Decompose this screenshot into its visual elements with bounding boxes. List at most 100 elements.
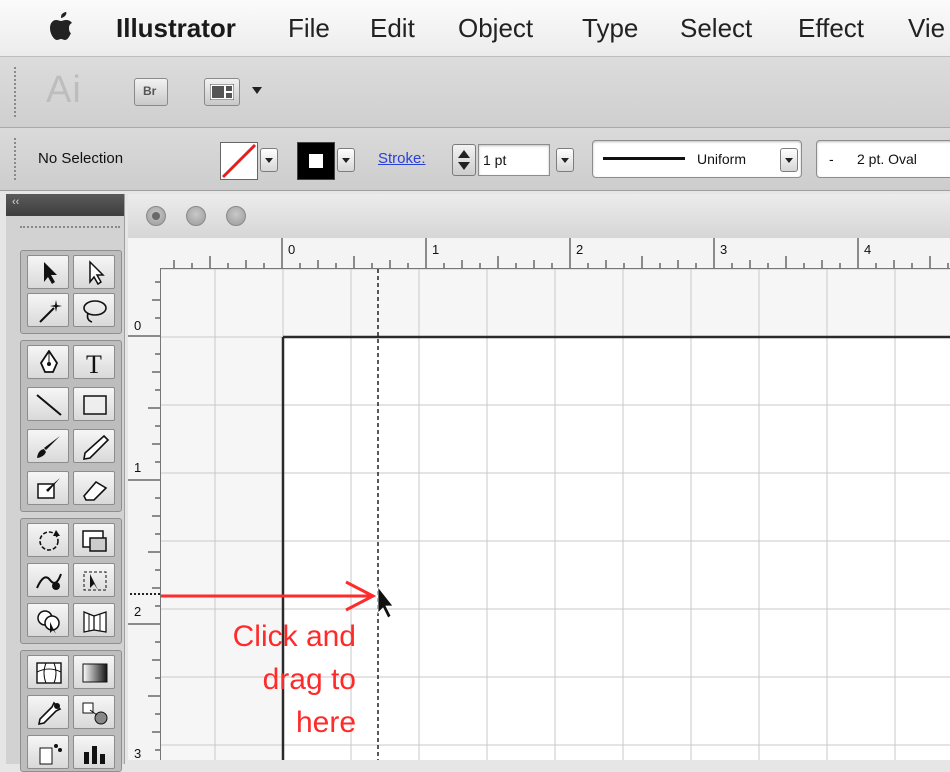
pen-tool[interactable] xyxy=(27,345,69,379)
arrange-documents-icon xyxy=(210,84,234,100)
stroke-swatch[interactable] xyxy=(297,142,335,180)
annotation-line-1: Click and xyxy=(232,620,356,653)
paintbrush-icon xyxy=(37,436,60,458)
application-bar: Ai Br xyxy=(0,57,950,128)
gradient-icon xyxy=(82,663,108,683)
paintbrush-tool[interactable] xyxy=(27,429,69,463)
mesh-tool[interactable] xyxy=(27,655,69,689)
menu-view[interactable]: Vie xyxy=(908,13,945,44)
magic-wand-tool[interactable] xyxy=(27,293,69,327)
symbol-sprayer-icon xyxy=(39,744,62,765)
vertical-ruler[interactable] xyxy=(128,268,161,760)
shape-builder-tool[interactable] xyxy=(27,603,69,637)
h-ruler-label-2: 2 xyxy=(576,242,584,257)
selection-arrow-icon xyxy=(44,262,57,284)
stroke-label[interactable]: Stroke: xyxy=(378,150,426,167)
selection-tool[interactable] xyxy=(27,255,69,289)
pencil-tool[interactable] xyxy=(73,429,115,463)
annotation-line-2: drag to xyxy=(262,663,356,696)
fill-swatch[interactable] xyxy=(220,142,258,180)
drag-start-marker xyxy=(130,593,160,595)
scale-tool[interactable] xyxy=(73,523,115,557)
lasso-tool[interactable] xyxy=(73,293,115,327)
drawing-tools-group: T xyxy=(20,340,122,512)
menu-bar: Illustrator File Edit Object Type Select… xyxy=(0,0,950,57)
stroke-weight-stepper[interactable] xyxy=(452,144,476,176)
close-button[interactable] xyxy=(146,206,166,226)
svg-text:T: T xyxy=(86,350,102,376)
annotation-line-3: here xyxy=(295,706,356,739)
gradient-tool[interactable] xyxy=(73,655,115,689)
scale-icon xyxy=(82,530,107,552)
direct-selection-tool[interactable] xyxy=(73,255,115,289)
direct-selection-arrow-icon xyxy=(89,260,105,286)
stroke-weight-dropdown[interactable] xyxy=(556,148,574,172)
pen-icon xyxy=(39,350,59,373)
minimize-button[interactable] xyxy=(186,206,206,226)
rectangle-icon xyxy=(83,395,107,415)
ruler-origin[interactable] xyxy=(128,238,161,269)
tools-panel: ‹‹ T xyxy=(6,194,125,772)
menu-edit[interactable]: Edit xyxy=(370,13,415,44)
tools-panel-header[interactable]: ‹‹ xyxy=(6,194,124,216)
menu-file[interactable]: File xyxy=(288,13,330,44)
magic-wand-icon xyxy=(39,300,62,323)
horizontal-ruler[interactable] xyxy=(160,238,950,269)
rotate-tool[interactable] xyxy=(27,523,69,557)
zoom-button[interactable] xyxy=(226,206,246,226)
rectangle-tool[interactable] xyxy=(73,387,115,421)
ai-logo: Ai xyxy=(46,69,82,111)
brush-name: 2 pt. Oval xyxy=(857,151,917,167)
lasso-icon xyxy=(83,300,107,323)
v-ruler-label-2: 2 xyxy=(134,604,142,619)
perspective-grid-icon xyxy=(83,611,107,633)
warp-tool[interactable] xyxy=(27,563,69,597)
document-title-bar[interactable] xyxy=(128,194,950,239)
v-ruler-label-1: 1 xyxy=(134,460,142,475)
menu-type[interactable]: Type xyxy=(582,13,638,44)
chevron-down-icon[interactable] xyxy=(252,87,262,95)
brush-select[interactable]: - 2 pt. Oval xyxy=(816,140,950,178)
stroke-weight-field[interactable]: 1 pt xyxy=(478,144,550,176)
paint-tools-group xyxy=(20,650,122,772)
column-graph-tool[interactable] xyxy=(73,735,115,769)
stroke-profile-dropdown[interactable] xyxy=(780,148,798,172)
panel-grip[interactable] xyxy=(14,67,20,117)
eraser-tool[interactable] xyxy=(73,471,115,505)
arrange-documents-button[interactable] xyxy=(204,78,240,106)
menu-effect[interactable]: Effect xyxy=(798,13,864,44)
apple-icon[interactable] xyxy=(48,12,74,42)
stroke-profile-value: Uniform xyxy=(697,151,747,167)
panel-grip[interactable] xyxy=(14,138,20,180)
perspective-grid-tool[interactable] xyxy=(73,603,115,637)
blob-brush-tool[interactable] xyxy=(27,471,69,505)
warp-icon xyxy=(36,573,62,590)
bridge-button[interactable]: Br xyxy=(134,78,168,106)
eyedropper-tool[interactable] xyxy=(27,695,69,729)
selection-tools-group xyxy=(20,250,122,334)
stroke-color-dropdown[interactable] xyxy=(337,148,355,172)
type-tool[interactable]: T xyxy=(73,345,115,379)
h-ruler-label-4: 4 xyxy=(864,242,872,257)
close-dot-icon xyxy=(152,212,160,220)
document-window: 0 1 2 3 4 0 1 2 3 Click and drag to here xyxy=(128,194,950,761)
menu-app-name[interactable]: Illustrator xyxy=(116,13,236,44)
rotate-icon xyxy=(39,530,60,551)
v-ruler-label-3: 3 xyxy=(134,746,142,761)
eyedropper-icon xyxy=(37,701,62,726)
fill-dropdown[interactable] xyxy=(260,148,278,172)
free-transform-icon xyxy=(83,571,107,591)
symbol-sprayer-tool[interactable] xyxy=(27,735,69,769)
free-transform-tool[interactable] xyxy=(73,563,115,597)
stroke-profile-select[interactable]: Uniform xyxy=(592,140,802,178)
blend-tool[interactable] xyxy=(73,695,115,729)
line-segment-tool[interactable] xyxy=(27,387,69,421)
menu-object[interactable]: Object xyxy=(458,13,533,44)
stroke-swatch-inner xyxy=(308,153,324,169)
blob-brush-icon xyxy=(37,478,60,499)
panel-grip[interactable] xyxy=(20,226,120,240)
instruction-annotation: Click and drag to here xyxy=(204,615,356,744)
collapse-icon[interactable]: ‹‹ xyxy=(12,196,19,208)
menu-select[interactable]: Select xyxy=(680,13,752,44)
pencil-icon xyxy=(83,434,110,460)
